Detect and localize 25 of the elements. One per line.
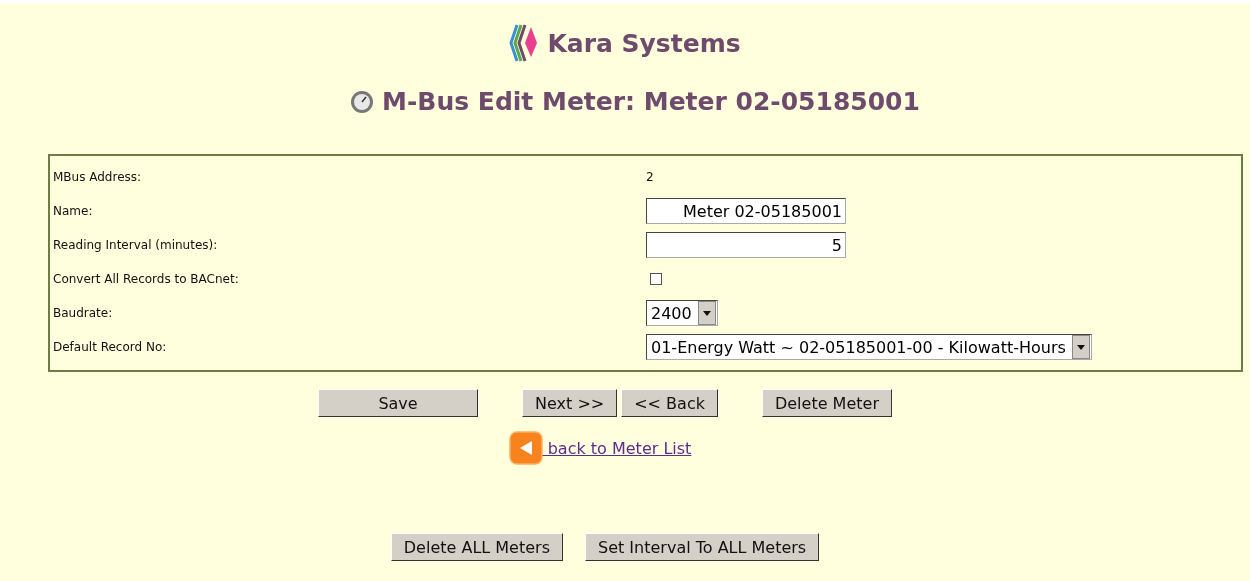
back-link[interactable]: back to Meter List	[542, 438, 692, 458]
logo-icon	[509, 23, 540, 63]
action-button[interactable]: << Back	[621, 389, 718, 417]
caret-icon	[1076, 344, 1085, 350]
field-label: Baudrate:	[52, 305, 114, 322]
page-title: M-Bus Edit Meter: Meter 02-05185001	[382, 87, 920, 116]
input-field[interactable]: Meter 02-05185001	[646, 198, 846, 224]
field-label: MBus Address:	[52, 169, 143, 186]
dropdown[interactable]: 01-Energy Watt ~ 02-05185001-00 - Kilowatt-Hours	[646, 334, 1092, 360]
field-label: Reading Interval (minutes):	[52, 237, 219, 254]
input-field[interactable]: 5	[646, 232, 846, 258]
action-button[interactable]: Set Interval To ALL Meters	[585, 533, 820, 561]
field-label: Name:	[52, 203, 94, 220]
field-value: 2	[646, 170, 654, 184]
field-label: Default Record No:	[52, 339, 168, 356]
checkbox[interactable]	[650, 273, 662, 285]
caret-icon	[702, 310, 711, 316]
dropdown[interactable]: 2400	[646, 300, 718, 326]
action-button[interactable]: Delete ALL Meters	[390, 533, 563, 561]
action-button[interactable]: Next >>	[522, 389, 618, 417]
action-button[interactable]: Delete Meter	[761, 389, 892, 417]
brand-name: Kara Systems	[547, 28, 741, 58]
action-button[interactable]: Save	[318, 389, 479, 417]
field-label: Convert All Records to BACnet:	[52, 271, 240, 288]
gauge-icon	[350, 89, 375, 114]
